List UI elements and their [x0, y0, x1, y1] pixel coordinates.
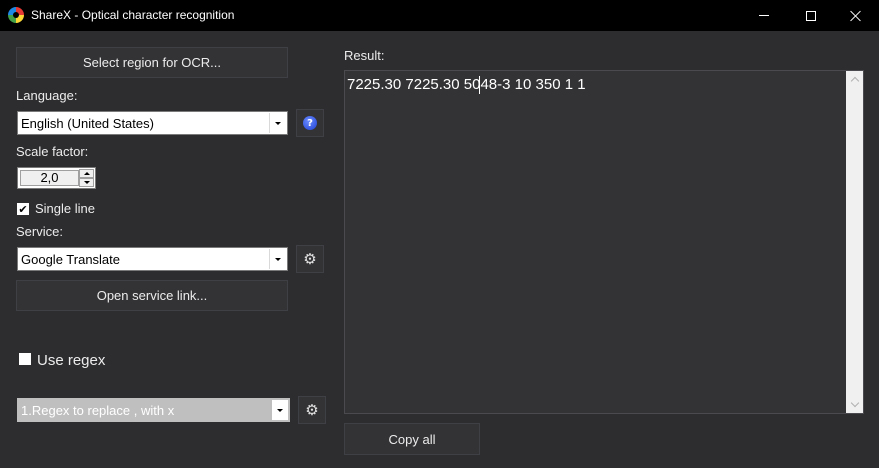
use-regex-label[interactable]: Use regex: [37, 352, 105, 369]
scale-factor-spin[interactable]: [79, 169, 94, 187]
scale-factor-label: Scale factor:: [16, 144, 89, 159]
close-icon: [850, 10, 862, 22]
gear-icon: ⚙: [303, 249, 317, 268]
language-help-button[interactable]: ?: [296, 109, 324, 137]
single-line-checkbox[interactable]: ✔: [17, 203, 29, 215]
text-caret: [479, 76, 480, 94]
select-region-button[interactable]: Select region for OCR...: [16, 47, 288, 78]
chevron-down-icon[interactable]: [269, 113, 286, 133]
arrow-down-icon: [83, 181, 90, 184]
use-regex-checkbox[interactable]: [19, 353, 31, 365]
language-select[interactable]: English (United States): [17, 111, 288, 135]
spin-up-button[interactable]: [79, 169, 94, 178]
service-select[interactable]: Google Translate: [17, 247, 288, 271]
result-text[interactable]: 7225.30 7225.30 5048-3 10 350 1 1: [347, 76, 586, 93]
regex-value: 1.Regex to replace , with x: [21, 403, 175, 418]
regex-settings-button[interactable]: ⚙: [298, 396, 326, 424]
open-service-link-button[interactable]: Open service link...: [16, 280, 288, 311]
scale-factor-value[interactable]: 2,0: [20, 170, 79, 186]
window-title: ShareX - Optical character recognition: [31, 8, 235, 22]
chevron-down-icon: [850, 398, 859, 408]
arrow-up-icon: [83, 172, 90, 175]
result-label: Result:: [344, 48, 385, 63]
minimize-icon: [759, 15, 769, 16]
help-icon: ?: [303, 116, 317, 130]
language-value: English (United States): [21, 116, 154, 131]
language-label: Language:: [16, 88, 78, 103]
result-scrollbar[interactable]: [846, 71, 863, 413]
result-textarea[interactable]: 7225.30 7225.30 5048-3 10 350 1 1: [344, 70, 864, 414]
single-line-label[interactable]: Single line: [35, 201, 95, 216]
chevron-down-icon: [271, 400, 288, 420]
scroll-up-button[interactable]: [846, 71, 863, 88]
service-value: Google Translate: [21, 252, 121, 267]
scroll-down-button[interactable]: [846, 396, 863, 413]
service-label: Service:: [16, 224, 63, 239]
regex-select: 1.Regex to replace , with x: [17, 398, 290, 422]
scale-factor-stepper[interactable]: 2,0: [17, 167, 96, 189]
gear-icon: ⚙: [305, 400, 319, 419]
close-button[interactable]: [833, 0, 879, 31]
maximize-button[interactable]: [788, 0, 834, 31]
minimize-button[interactable]: [741, 0, 787, 31]
chevron-up-icon: [850, 76, 859, 86]
sharex-logo-icon: [8, 7, 24, 23]
copy-all-button[interactable]: Copy all: [344, 423, 480, 455]
chevron-down-icon[interactable]: [269, 249, 286, 269]
maximize-icon: [806, 10, 816, 21]
title-bar[interactable]: ShareX - Optical character recognition: [0, 0, 879, 31]
spin-down-button[interactable]: [79, 178, 94, 187]
service-settings-button[interactable]: ⚙: [296, 245, 324, 273]
